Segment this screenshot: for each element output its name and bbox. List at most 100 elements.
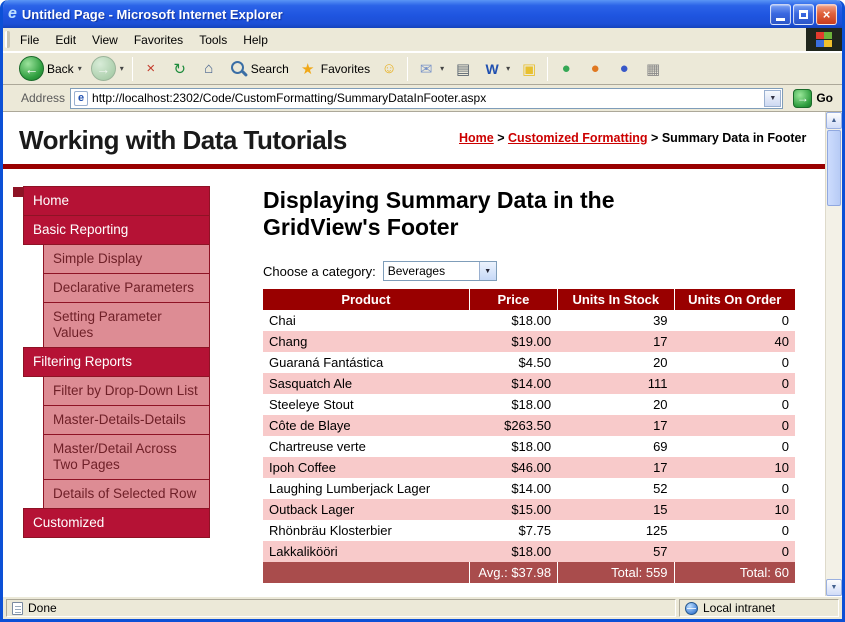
cell-value: 17 — [557, 331, 673, 352]
quick-launch-button[interactable]: ▦ — [639, 56, 667, 82]
print-button[interactable]: ▤ — [449, 56, 477, 82]
sidebar-item-master-detail-across-two-pages[interactable]: Master/Detail Across Two Pages — [43, 434, 210, 480]
breadcrumb-separator: > — [648, 131, 662, 145]
breadcrumb: Home > Customized Formatting > Summary D… — [459, 125, 811, 156]
cell-value: 0 — [674, 310, 795, 331]
sidebar-item-setting-parameter-values[interactable]: Setting Parameter Values — [43, 302, 210, 348]
status-message-panel: Done — [6, 599, 676, 617]
media-button[interactable]: ☺ — [375, 56, 403, 82]
breadcrumb-summary-data-in-footer: Summary Data in Footer — [662, 131, 806, 145]
discuss-button[interactable]: ▣ — [515, 56, 543, 82]
mail-button[interactable]: ✉▾ — [412, 56, 448, 82]
intranet-zone-icon — [685, 602, 698, 615]
address-dropdown-button[interactable]: ▼ — [764, 90, 781, 107]
sidebar-item-simple-display[interactable]: Simple Display — [43, 244, 210, 274]
breadcrumb-customized-formatting[interactable]: Customized Formatting — [508, 131, 648, 145]
back-button[interactable]: ←Back▾ — [15, 54, 86, 83]
sidebar-item-details-of-selected-row[interactable]: Details of Selected Row — [43, 479, 210, 509]
cell-product: Sasquatch Ale — [263, 373, 469, 394]
sidebar-item-filter-by-drop-down-list[interactable]: Filter by Drop-Down List — [43, 376, 210, 406]
scrollbar-track[interactable] — [826, 207, 842, 579]
menu-view[interactable]: View — [84, 29, 126, 51]
home-button[interactable]: ⌂ — [195, 56, 223, 82]
favorites-icon: ★ — [298, 58, 318, 80]
mail-icon: ✉ — [416, 58, 436, 80]
cell-product: Laughing Lumberjack Lager — [263, 478, 469, 499]
document-icon — [12, 602, 23, 615]
research-button[interactable]: ● — [581, 56, 609, 82]
visual-studio-button[interactable]: ● — [610, 56, 638, 82]
messenger-button[interactable]: ● — [552, 56, 580, 82]
security-zone-panel: Local intranet — [679, 599, 839, 617]
sidebar-item-declarative-parameters[interactable]: Declarative Parameters — [43, 273, 210, 303]
sidebar-item-master-details-details[interactable]: Master-Details-Details — [43, 405, 210, 435]
scrollbar-thumb[interactable] — [827, 130, 841, 206]
category-select[interactable]: Beverages ▼ — [383, 261, 497, 281]
cell-value: 10 — [674, 457, 795, 478]
refresh-button[interactable]: ↻ — [166, 56, 194, 82]
title-bar: e Untitled Page - Microsoft Internet Exp… — [3, 0, 842, 28]
sidebar-item-customized[interactable]: Customized — [23, 508, 210, 538]
grid-header-units-in-stock: Units In Stock — [557, 289, 673, 310]
go-button[interactable]: → Go — [788, 89, 838, 108]
cell-value: $18.00 — [469, 541, 557, 562]
messenger-icon: ● — [556, 58, 576, 80]
products-grid: ProductPriceUnits In StockUnits On Order… — [263, 289, 795, 583]
page-icon: e — [74, 91, 88, 106]
close-button[interactable]: × — [816, 4, 837, 25]
status-text: Done — [28, 601, 57, 615]
favorites-button-label: Favorites — [321, 62, 370, 76]
edit-with-word-icon: W — [482, 58, 502, 80]
cell-product: Ipoh Coffee — [263, 457, 469, 478]
scroll-down-button[interactable]: ▼ — [826, 579, 842, 596]
cell-product: Lakkalikööri — [263, 541, 469, 562]
menu-tools[interactable]: Tools — [191, 29, 235, 51]
refresh-icon: ↻ — [170, 58, 190, 80]
cell-value: 69 — [557, 436, 673, 457]
grid-footer-cell — [263, 562, 469, 583]
cell-value: $18.00 — [469, 436, 557, 457]
search-button[interactable]: Search — [224, 56, 293, 82]
research-icon: ● — [585, 58, 605, 80]
table-row: Outback Lager$15.001510 — [263, 499, 795, 520]
page-body: HomeBasic ReportingSimple DisplayDeclara… — [3, 169, 825, 583]
cell-product: Rhönbräu Klosterbier — [263, 520, 469, 541]
forward-icon: → — [91, 56, 116, 81]
cell-product: Chang — [263, 331, 469, 352]
cell-value: $46.00 — [469, 457, 557, 478]
address-url-text: http://localhost:2302/Code/CustomFormatt… — [92, 91, 760, 105]
browser-window: e Untitled Page - Microsoft Internet Exp… — [0, 0, 845, 622]
menu-help[interactable]: Help — [235, 29, 276, 51]
table-row: Laughing Lumberjack Lager$14.00520 — [263, 478, 795, 499]
discuss-icon: ▣ — [519, 58, 539, 80]
menu-bar: FileEditViewFavoritesToolsHelp — [3, 28, 842, 52]
favorites-button[interactable]: ★Favorites — [294, 56, 374, 82]
scroll-up-button[interactable]: ▲ — [826, 112, 842, 129]
cell-product: Côte de Blaye — [263, 415, 469, 436]
toolbar-separator — [547, 57, 548, 81]
edit-with-word-button[interactable]: W▾ — [478, 56, 514, 82]
vertical-scrollbar[interactable]: ▲ ▼ — [825, 112, 842, 596]
sidebar-notch — [13, 187, 23, 197]
cell-value: 17 — [557, 415, 673, 436]
ie-logo-icon: e — [8, 6, 17, 22]
select-dropdown-icon: ▼ — [479, 262, 496, 280]
menu-favorites[interactable]: Favorites — [126, 29, 191, 51]
menu-file[interactable]: File — [12, 29, 47, 51]
sidebar-item-basic-reporting[interactable]: Basic Reporting — [23, 215, 210, 245]
stop-button[interactable]: × — [137, 56, 165, 82]
minimize-button[interactable] — [770, 4, 791, 25]
menu-edit[interactable]: Edit — [47, 29, 84, 51]
sidebar-item-filtering-reports[interactable]: Filtering Reports — [23, 347, 210, 377]
breadcrumb-home[interactable]: Home — [459, 131, 494, 145]
sidebar-item-home[interactable]: Home — [23, 186, 210, 216]
grid-footer-cell: Total: 60 — [674, 562, 795, 583]
cell-value: 39 — [557, 310, 673, 331]
table-row: Sasquatch Ale$14.001110 — [263, 373, 795, 394]
table-row: Chartreuse verte$18.00690 — [263, 436, 795, 457]
address-input[interactable]: e http://localhost:2302/Code/CustomForma… — [70, 88, 783, 109]
cell-product: Chai — [263, 310, 469, 331]
go-label: Go — [816, 91, 833, 105]
maximize-button[interactable] — [793, 4, 814, 25]
site-title: Working with Data Tutorials — [19, 125, 347, 156]
